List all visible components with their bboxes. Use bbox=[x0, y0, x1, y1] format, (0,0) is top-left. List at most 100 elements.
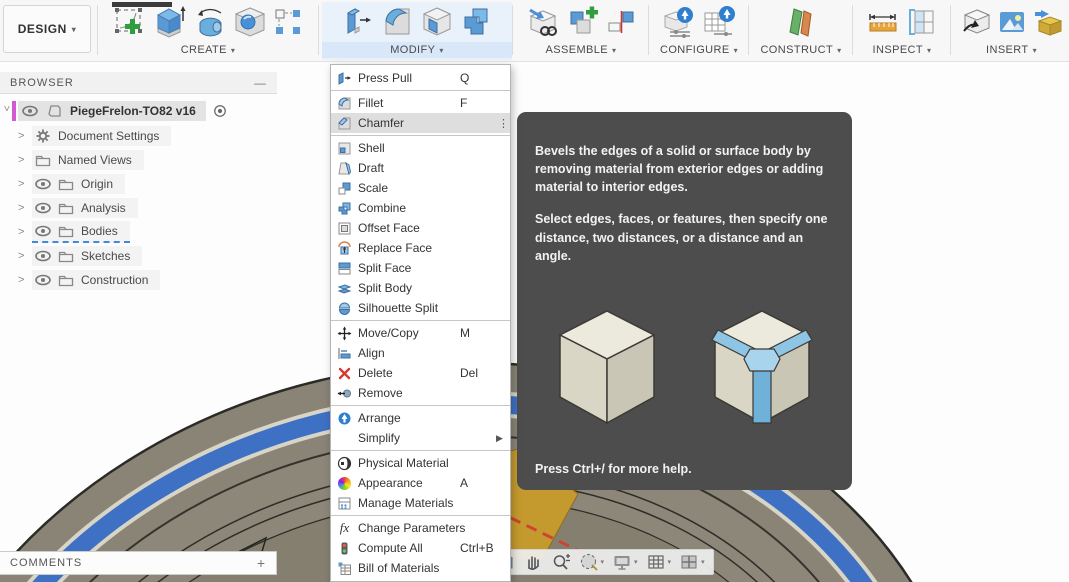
section-analysis-icon[interactable] bbox=[907, 7, 937, 37]
menu-item-compute-all[interactable]: Compute All Ctrl+B bbox=[331, 538, 510, 558]
construct-menu-button[interactable]: CONSTRUCT ▾ bbox=[752, 42, 850, 58]
tree-item-named-views[interactable]: > Named Views bbox=[0, 148, 277, 172]
toolbar-group-create: CREATE ▾ bbox=[100, 2, 316, 60]
menu-item-combine[interactable]: Combine bbox=[331, 198, 510, 218]
manage-materials-icon bbox=[337, 496, 352, 511]
menu-item-silhouette-split[interactable]: Silhouette Split bbox=[331, 298, 510, 318]
eye-icon[interactable] bbox=[22, 104, 38, 118]
expand-caret-icon[interactable]: > bbox=[18, 154, 32, 166]
tree-item-sketches[interactable]: > Sketches bbox=[0, 244, 277, 268]
menu-item-move-copy[interactable]: Move/Copy M bbox=[331, 323, 510, 343]
menu-item-remove[interactable]: Remove bbox=[331, 383, 510, 403]
measure-icon[interactable] bbox=[867, 5, 901, 39]
menu-item-label: Replace Face bbox=[358, 241, 460, 255]
new-component-icon[interactable] bbox=[566, 5, 600, 39]
rectangular-pattern-icon[interactable] bbox=[273, 7, 303, 37]
grid-button[interactable]: ▾ bbox=[643, 550, 675, 574]
combine-icon[interactable] bbox=[460, 5, 494, 39]
configure-menu-button[interactable]: CONFIGURE ▾ bbox=[652, 42, 746, 58]
menu-item-label: Move/Copy bbox=[358, 326, 460, 340]
eye-icon[interactable] bbox=[35, 201, 51, 215]
chevron-down-icon: ▾ bbox=[439, 46, 443, 55]
activate-radio-icon[interactable] bbox=[212, 104, 228, 118]
joint-icon[interactable] bbox=[606, 7, 636, 37]
toolbar-group-modify: MODIFY ▾ bbox=[322, 2, 512, 60]
menu-item-split-face[interactable]: Split Face bbox=[331, 258, 510, 278]
create-menu-button[interactable]: CREATE ▾ bbox=[100, 42, 316, 58]
insert-component-icon[interactable] bbox=[526, 5, 560, 39]
tree-item-origin[interactable]: > Origin bbox=[0, 172, 277, 196]
add-comment-button[interactable]: + bbox=[257, 555, 266, 571]
menu-item-bill-of-materials[interactable]: Bill of Materials bbox=[331, 558, 510, 578]
eye-icon[interactable] bbox=[35, 224, 51, 238]
chamfer-icon bbox=[337, 116, 352, 131]
menu-item-offset-face[interactable]: Offset Face bbox=[331, 218, 510, 238]
menu-item-physical-material[interactable]: Physical Material bbox=[331, 453, 510, 473]
menu-item-scale[interactable]: Scale bbox=[331, 178, 510, 198]
tree-item-construction[interactable]: > Construction bbox=[0, 268, 277, 292]
kebab-menu-icon[interactable]: ⋮ bbox=[498, 117, 506, 130]
eye-icon[interactable] bbox=[35, 249, 51, 263]
canvas-image-icon[interactable] bbox=[997, 7, 1027, 37]
menu-item-draft[interactable]: Draft bbox=[331, 158, 510, 178]
zoom-button[interactable] bbox=[548, 550, 574, 574]
expand-caret-icon[interactable]: > bbox=[18, 130, 32, 142]
menu-item-manage-materials[interactable]: Manage Materials bbox=[331, 493, 510, 513]
menu-item-label: Combine bbox=[358, 201, 460, 215]
menu-separator bbox=[331, 450, 510, 451]
fillet-icon[interactable] bbox=[380, 5, 414, 39]
expand-caret-icon[interactable]: > bbox=[18, 226, 32, 238]
assemble-menu-button[interactable]: ASSEMBLE ▾ bbox=[516, 42, 646, 58]
menu-item-align[interactable]: Align bbox=[331, 343, 510, 363]
workspace-switcher[interactable]: DESIGN ▾ bbox=[3, 5, 91, 53]
expand-caret-icon[interactable]: > bbox=[18, 178, 32, 190]
tree-item-analysis[interactable]: > Analysis bbox=[0, 196, 277, 220]
tree-root-row[interactable]: > PiegeFrelon-TO82 v16 bbox=[0, 98, 277, 124]
insert-mesh-icon[interactable] bbox=[1033, 7, 1063, 37]
menu-item-change-parameters[interactable]: fx Change Parameters bbox=[331, 518, 510, 538]
menu-item-fillet[interactable]: Fillet F bbox=[331, 93, 510, 113]
configure-design-icon[interactable] bbox=[662, 5, 696, 39]
configure-table-icon[interactable] bbox=[702, 5, 736, 39]
menu-item-press-pull[interactable]: Press Pull Q bbox=[331, 68, 510, 88]
expand-caret-icon[interactable]: > bbox=[18, 202, 32, 214]
menu-item-split-body[interactable]: Split Body bbox=[331, 278, 510, 298]
eye-icon[interactable] bbox=[35, 177, 51, 191]
eye-icon[interactable] bbox=[35, 273, 51, 287]
menu-item-shell[interactable]: Shell bbox=[331, 138, 510, 158]
hole-icon[interactable] bbox=[233, 5, 267, 39]
shell-icon[interactable] bbox=[420, 5, 454, 39]
comments-panel[interactable]: COMMENTS + bbox=[0, 551, 277, 575]
modify-menu-button[interactable]: MODIFY ▾ bbox=[322, 42, 512, 58]
extrude-icon[interactable] bbox=[153, 5, 187, 39]
pan-button[interactable] bbox=[520, 550, 546, 574]
viewports-button[interactable]: ▾ bbox=[676, 550, 708, 574]
blank-icon bbox=[336, 431, 353, 446]
menu-item-appearance[interactable]: Appearance A bbox=[331, 473, 510, 493]
construct-plane-icon[interactable] bbox=[784, 5, 818, 39]
create-sketch-icon[interactable] bbox=[113, 5, 147, 39]
collapse-caret-icon[interactable]: > bbox=[1, 105, 12, 117]
revolve-icon[interactable] bbox=[193, 5, 227, 39]
tree-item-bodies[interactable]: > Bodies bbox=[0, 220, 277, 244]
chevron-down-icon: ▾ bbox=[601, 558, 605, 566]
menu-item-replace-face[interactable]: Replace Face bbox=[331, 238, 510, 258]
display-settings-button[interactable]: ▾ bbox=[609, 550, 641, 574]
tree-item-document-settings[interactable]: > Document Settings bbox=[0, 124, 277, 148]
menu-item-delete[interactable]: Delete Del bbox=[331, 363, 510, 383]
menu-item-arrange[interactable]: Arrange bbox=[331, 408, 510, 428]
derive-icon[interactable] bbox=[961, 7, 991, 37]
menu-item-label: Manage Materials bbox=[358, 496, 460, 510]
insert-menu-button[interactable]: INSERT ▾ bbox=[954, 42, 1069, 58]
fit-button[interactable]: ▾ bbox=[576, 550, 608, 574]
expand-caret-icon[interactable]: > bbox=[18, 274, 32, 286]
menu-item-chamfer[interactable]: Chamfer ⋮ bbox=[331, 113, 510, 133]
menu-item-label: Shell bbox=[358, 141, 460, 155]
browser-minimize-button[interactable]: — bbox=[254, 76, 267, 90]
toolbar-divider bbox=[97, 5, 98, 55]
expand-caret-icon[interactable]: > bbox=[18, 250, 32, 262]
inspect-menu-button[interactable]: INSPECT ▾ bbox=[856, 42, 948, 58]
press-pull-icon[interactable] bbox=[340, 5, 374, 39]
chevron-down-icon: ▾ bbox=[668, 558, 672, 566]
menu-item-simplify[interactable]: Simplify ▶ bbox=[331, 428, 510, 448]
